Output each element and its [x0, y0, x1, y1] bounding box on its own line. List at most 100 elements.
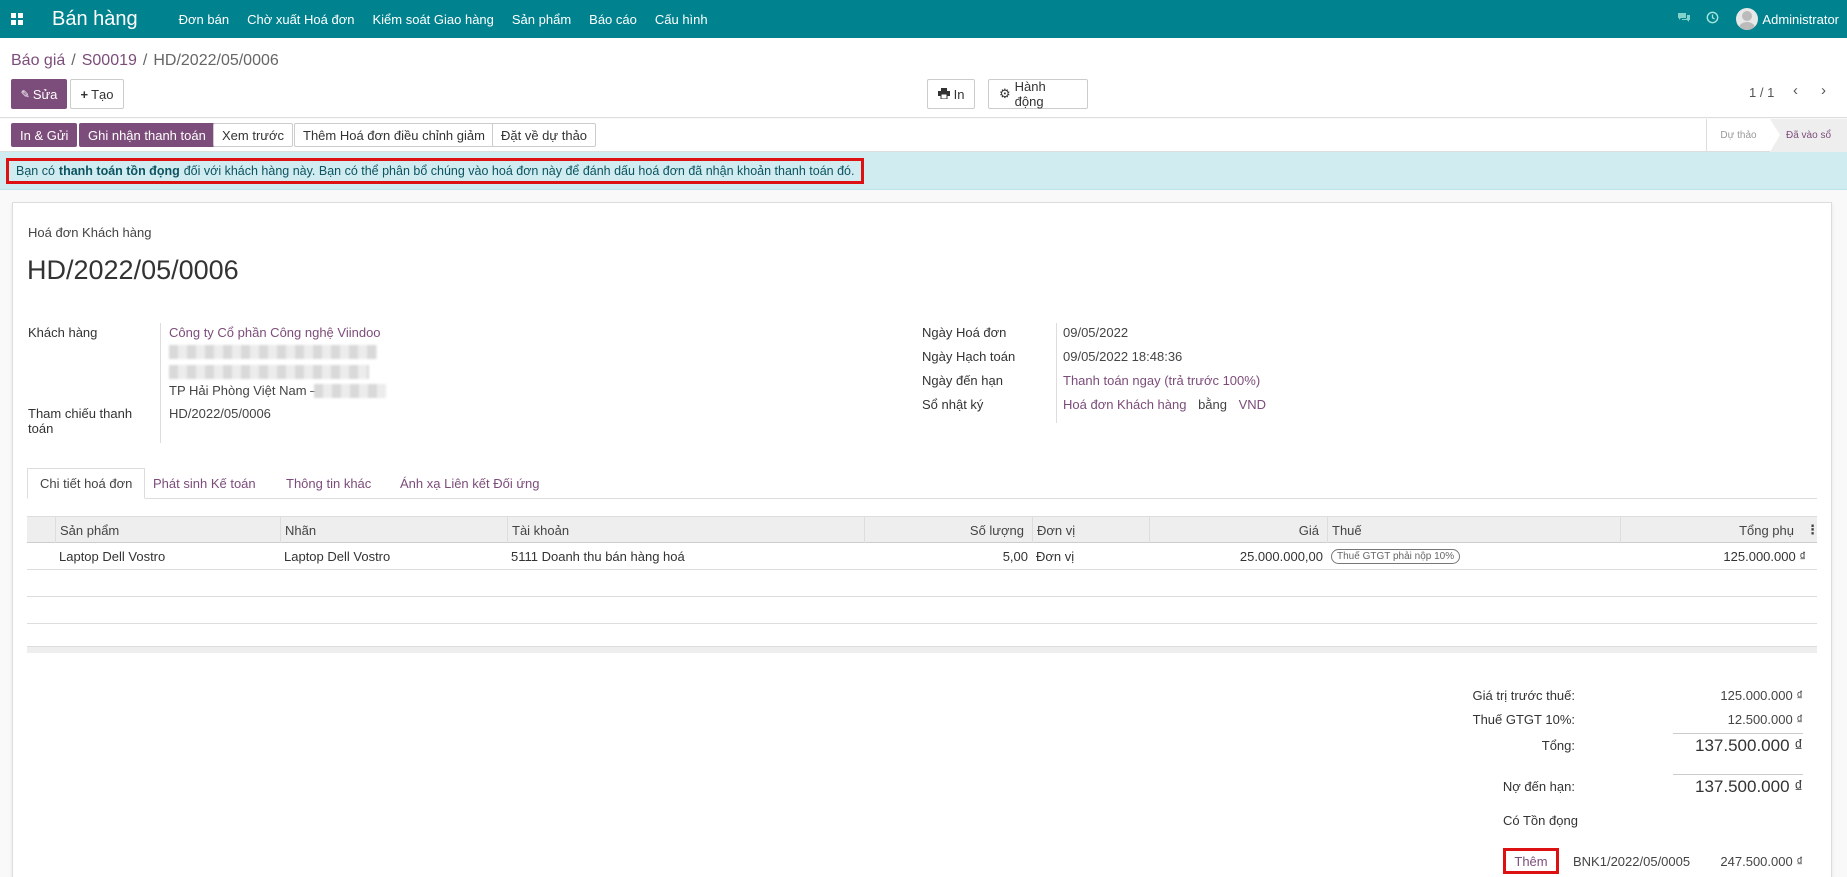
pager-previous-icon[interactable]: ‹: [1793, 82, 1798, 99]
add-outstanding-payment-button[interactable]: Thêm: [1503, 848, 1559, 874]
main-menu: Đơn bán Chờ xuất Hoá đơn Kiểm soát Giao …: [170, 12, 717, 27]
column-header-uom[interactable]: Đơn vị: [1032, 517, 1149, 543]
address-line-redacted: [169, 365, 369, 379]
user-avatar[interactable]: [1736, 8, 1759, 30]
plus-icon: +: [80, 86, 89, 102]
tab-counterpart-mapping[interactable]: Ánh xạ Liên kết Đối ứng: [388, 468, 552, 499]
untaxed-amount-value: 125.000.000 ₫: [1720, 688, 1803, 703]
control-panel: Báo giá / S00019/HD/2022/05/0006 ✎ Sửa + Tạo…: [0, 38, 1847, 118]
invoice-date-label: Ngày Hoá đơn: [922, 325, 1007, 340]
print-send-button[interactable]: In & Gửi: [11, 123, 78, 147]
invoice-number: HD/2022/05/0006: [27, 255, 239, 285]
payment-ref-label: Tham chiếu thanh toán: [28, 406, 133, 436]
tab-journal-items[interactable]: Phát sinh Kế toán: [141, 468, 268, 499]
column-header-price[interactable]: Giá: [1149, 517, 1327, 543]
payment-ref-value: HD/2022/05/0006: [169, 406, 271, 421]
column-header-taxes[interactable]: Thuế: [1327, 517, 1620, 543]
tax-amount-label: Thuế GTGT 10%:: [1472, 712, 1575, 727]
action-button[interactable]: ⚙ Hành động: [988, 79, 1088, 109]
top-navbar: Bán hàng Đơn bán Chờ xuất Hoá đơn Kiểm s…: [0, 0, 1847, 38]
column-options-icon[interactable]: ⋮: [1802, 517, 1819, 543]
tab-invoice-lines[interactable]: Chi tiết hoá đơn: [27, 468, 146, 499]
column-header-quantity[interactable]: Số lượng: [864, 517, 1032, 543]
address-zip-redacted: [314, 384, 386, 398]
customer-label: Khách hàng: [28, 325, 98, 340]
empty-row: [27, 570, 1817, 597]
total-label: Tổng:: [1541, 738, 1575, 753]
invoice-date-value: 09/05/2022: [1063, 325, 1129, 340]
total-value: 137.500.000 ₫: [1673, 733, 1803, 756]
drag-column-header: [27, 517, 55, 543]
cell-price: 25.000.000,00: [1239, 548, 1323, 564]
pencil-icon: ✎: [20, 88, 30, 101]
menu-item-products[interactable]: Sản phẩm: [503, 12, 580, 27]
due-date-label: Ngày đến hạn: [922, 373, 1003, 388]
create-button[interactable]: + Tạo: [70, 79, 124, 109]
invoice-lines-table: Sản phẩm Nhãn Tài khoản Số lượng Đơn vị …: [27, 516, 1819, 653]
address-line-redacted: [169, 345, 377, 359]
amount-due-value: 137.500.000 ₫: [1673, 774, 1803, 797]
customer-link[interactable]: Công ty Cổ phần Công nghệ Viindoo: [169, 325, 381, 340]
activity-clock-icon[interactable]: [1698, 11, 1726, 27]
pager-value[interactable]: 1 / 1: [1749, 85, 1774, 100]
breadcrumb-quotations[interactable]: Báo giá: [11, 52, 65, 69]
reset-to-draft-button[interactable]: Đặt về dự thảo: [492, 123, 597, 147]
menu-item-reports[interactable]: Báo cáo: [580, 12, 646, 27]
address-city: TP Hải Phòng Việt Nam –: [169, 383, 318, 398]
tax-tag: Thuế GTGT phải nộp 10%: [1331, 548, 1461, 564]
journal-field: Hoá đơn Khách hàng bằng VND: [1063, 397, 1266, 412]
tab-other-info[interactable]: Thông tin khác: [274, 468, 383, 499]
cell-taxes: Thuế GTGT phải nộp 10%: [1327, 543, 1620, 569]
cell-product: Laptop Dell Vostro: [59, 548, 166, 564]
outstanding-credits-label: Có Tồn đọng: [1503, 813, 1578, 828]
preview-button[interactable]: Xem trước: [213, 123, 294, 147]
amount-due-label: Nợ đến hạn:: [1502, 779, 1575, 794]
printer-icon: [937, 87, 950, 102]
breadcrumb-order[interactable]: S00019: [82, 52, 137, 69]
menu-item-delivery[interactable]: Kiểm soát Giao hàng: [363, 12, 502, 27]
table-footer: [27, 646, 1817, 653]
chat-icon[interactable]: [1670, 12, 1698, 27]
status-bar: In & Gửi Ghi nhận thanh toán Xem trước T…: [0, 119, 1847, 152]
cell-subtotal: 125.000.000 ₫: [1723, 548, 1806, 564]
accounting-date-label: Ngày Hạch toán: [922, 349, 1016, 364]
cell-label: Laptop Dell Vostro: [284, 548, 391, 564]
alert-message: Bạn có thanh toán tồn đọng đối với khách h…: [6, 158, 865, 184]
notebook-tabs: Chi tiết hoá đơn Phát sinh Kế toán Thông…: [27, 468, 1817, 499]
menu-item-to-invoice[interactable]: Chờ xuất Hoá đơn: [238, 12, 363, 27]
stage-draft: Dự thảo: [1706, 119, 1770, 152]
user-menu[interactable]: Administrator: [1762, 12, 1839, 27]
pager-next-icon[interactable]: ›: [1821, 82, 1826, 99]
breadcrumb-current: HD/2022/05/0006: [153, 52, 279, 69]
apps-menu-icon[interactable]: [0, 0, 34, 38]
accounting-date-value: 09/05/2022 18:48:36: [1063, 349, 1183, 364]
journal-in-word: bằng: [1198, 397, 1227, 412]
currency-link[interactable]: VND: [1239, 397, 1266, 412]
column-header-subtotal[interactable]: Tổng phụ: [1620, 517, 1802, 543]
edit-button[interactable]: ✎ Sửa: [11, 79, 67, 109]
register-payment-button[interactable]: Ghi nhận thanh toán: [79, 123, 215, 147]
cell-quantity: 5,00: [1002, 548, 1028, 564]
column-header-label[interactable]: Nhãn: [280, 517, 507, 543]
invoice-form-sheet: Hoá đơn Khách hàng HD/2022/05/0006 Khách…: [12, 202, 1832, 877]
menu-item-orders[interactable]: Đơn bán: [170, 12, 238, 27]
outstanding-payment-alert: Bạn có thanh toán tồn đọng đối với khách h…: [0, 152, 1847, 190]
gear-icon: ⚙: [999, 86, 1011, 101]
table-header: Sản phẩm Nhãn Tài khoản Số lượng Đơn vị …: [27, 516, 1819, 543]
journal-link[interactable]: Hoá đơn Khách hàng: [1063, 397, 1186, 412]
breadcrumb: Báo giá / S00019/HD/2022/05/0006: [11, 52, 279, 69]
app-brand[interactable]: Bán hàng: [52, 8, 138, 31]
tax-amount-value: 12.500.000 ₫: [1727, 712, 1803, 727]
column-header-product[interactable]: Sản phẩm: [55, 517, 280, 543]
cell-uom: Đơn vị: [1036, 548, 1075, 564]
untaxed-amount-label: Giá trị trước thuế:: [1472, 688, 1575, 703]
menu-item-config[interactable]: Cấu hình: [646, 12, 717, 27]
empty-row: [27, 597, 1817, 624]
print-button[interactable]: In: [927, 79, 975, 109]
outstanding-payment-amount: 247.500.000 ₫: [1720, 854, 1803, 869]
due-date-value[interactable]: Thanh toán ngay (trả trước 100%): [1063, 373, 1260, 388]
column-header-account[interactable]: Tài khoản: [507, 517, 864, 543]
add-credit-note-button[interactable]: Thêm Hoá đơn điều chỉnh giảm: [294, 123, 494, 147]
table-row[interactable]: Laptop Dell Vostro Laptop Dell Vostro 51…: [27, 543, 1817, 570]
journal-label: Sổ nhật ký: [922, 397, 984, 412]
